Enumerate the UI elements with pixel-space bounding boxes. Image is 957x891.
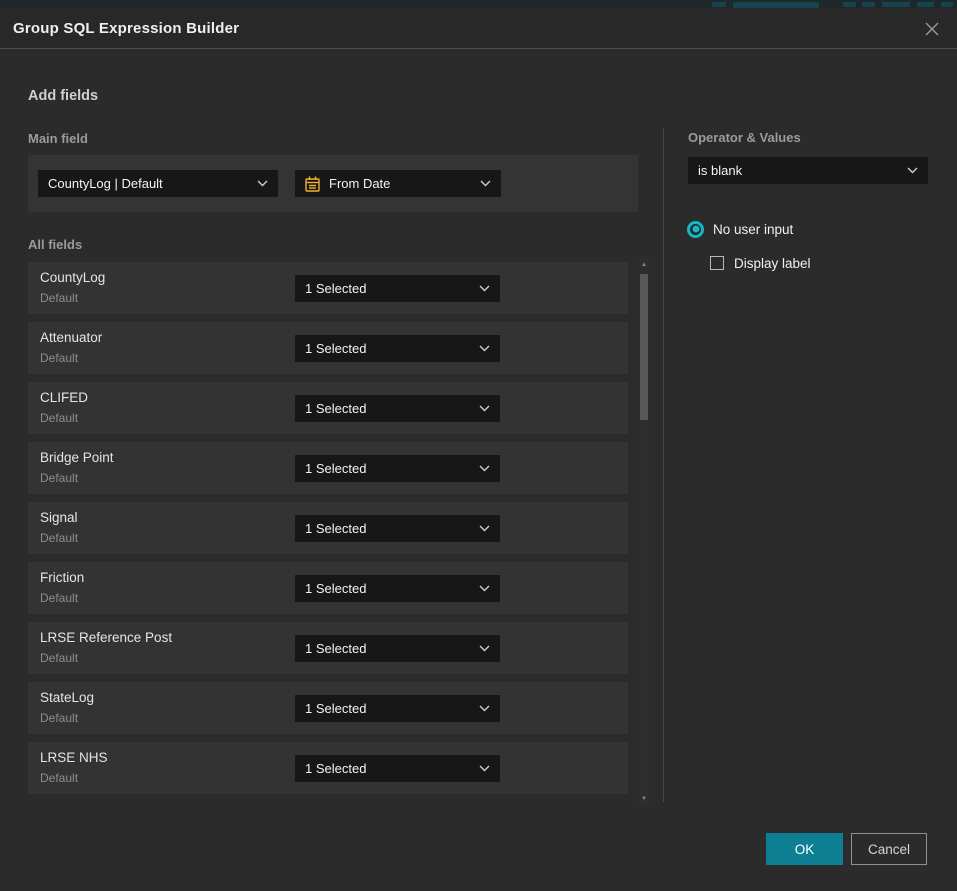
chevron-down-icon bbox=[907, 167, 918, 174]
all-fields-list: CountyLog Default 1 Selected Attenuator … bbox=[28, 262, 628, 802]
chevron-down-icon bbox=[479, 405, 490, 412]
field-subtitle: Default bbox=[40, 291, 78, 305]
operator-values-heading: Operator & Values bbox=[688, 130, 801, 145]
field-selection-dropdown[interactable]: 1 Selected bbox=[295, 335, 500, 362]
scroll-down-icon[interactable]: ▼ bbox=[639, 794, 649, 804]
field-selection-value: 1 Selected bbox=[305, 641, 471, 656]
radio-selected-icon bbox=[687, 221, 704, 238]
field-name: StateLog bbox=[40, 690, 94, 705]
dataset-dropdown[interactable]: CountyLog | Default bbox=[38, 170, 278, 197]
field-subtitle: Default bbox=[40, 771, 78, 785]
panel-divider bbox=[663, 128, 664, 802]
field-selection-value: 1 Selected bbox=[305, 521, 471, 536]
calendar-icon bbox=[305, 176, 320, 192]
field-selection-dropdown[interactable]: 1 Selected bbox=[295, 755, 500, 782]
chevron-down-icon bbox=[479, 465, 490, 472]
background-remnant bbox=[917, 2, 934, 7]
field-subtitle: Default bbox=[40, 531, 78, 545]
field-row: LRSE Reference Post Default 1 Selected bbox=[28, 622, 628, 674]
main-field-dropdown-value: From Date bbox=[329, 176, 472, 191]
field-row: CLIFED Default 1 Selected bbox=[28, 382, 628, 434]
field-name: Attenuator bbox=[40, 330, 102, 345]
field-name: Signal bbox=[40, 510, 78, 525]
occluded-background-app bbox=[0, 0, 957, 8]
field-row: StateLog Default 1 Selected bbox=[28, 682, 628, 734]
all-fields-heading: All fields bbox=[28, 237, 82, 252]
field-row: Attenuator Default 1 Selected bbox=[28, 322, 628, 374]
field-row: Signal Default 1 Selected bbox=[28, 502, 628, 554]
field-selection-dropdown[interactable]: 1 Selected bbox=[295, 395, 500, 422]
operator-dropdown[interactable]: is blank bbox=[688, 157, 928, 184]
cancel-button[interactable]: Cancel bbox=[851, 833, 927, 865]
add-fields-heading: Add fields bbox=[28, 88, 98, 104]
field-selection-dropdown[interactable]: 1 Selected bbox=[295, 635, 500, 662]
chevron-down-icon bbox=[479, 585, 490, 592]
field-row: CountyLog Default 1 Selected bbox=[28, 262, 628, 314]
field-selection-dropdown[interactable]: 1 Selected bbox=[295, 455, 500, 482]
chevron-down-icon bbox=[479, 765, 490, 772]
checkbox-unchecked-icon[interactable] bbox=[710, 256, 724, 270]
chevron-down-icon bbox=[479, 345, 490, 352]
field-subtitle: Default bbox=[40, 411, 78, 425]
chevron-down-icon bbox=[479, 705, 490, 712]
field-selection-dropdown[interactable]: 1 Selected bbox=[295, 695, 500, 722]
field-selection-value: 1 Selected bbox=[305, 401, 471, 416]
field-subtitle: Default bbox=[40, 471, 78, 485]
scrollbar-thumb[interactable] bbox=[640, 274, 648, 420]
field-subtitle: Default bbox=[40, 591, 78, 605]
main-field-dropdown[interactable]: From Date bbox=[295, 170, 501, 197]
main-field-heading: Main field bbox=[28, 131, 88, 146]
field-name: LRSE NHS bbox=[40, 750, 108, 765]
field-selection-value: 1 Selected bbox=[305, 581, 471, 596]
no-user-input-radio[interactable]: No user input bbox=[687, 219, 793, 239]
field-row: Bridge Point Default 1 Selected bbox=[28, 442, 628, 494]
operator-dropdown-value: is blank bbox=[698, 163, 899, 178]
field-name: CountyLog bbox=[40, 270, 105, 285]
field-selection-value: 1 Selected bbox=[305, 701, 471, 716]
dataset-dropdown-value: CountyLog | Default bbox=[48, 176, 249, 191]
chevron-down-icon bbox=[479, 285, 490, 292]
chevron-down-icon bbox=[479, 525, 490, 532]
field-subtitle: Default bbox=[40, 651, 78, 665]
field-selection-value: 1 Selected bbox=[305, 761, 471, 776]
background-remnant bbox=[712, 2, 726, 7]
ok-button[interactable]: OK bbox=[766, 833, 843, 865]
group-sql-expression-builder-dialog: Group SQL Expression Builder Add fields … bbox=[0, 8, 957, 891]
fields-list-scrollbar[interactable]: ▲ ▼ bbox=[639, 258, 649, 806]
field-name: Friction bbox=[40, 570, 84, 585]
field-selection-value: 1 Selected bbox=[305, 461, 471, 476]
chevron-down-icon bbox=[480, 180, 491, 187]
field-name: CLIFED bbox=[40, 390, 88, 405]
field-name: Bridge Point bbox=[40, 450, 114, 465]
scroll-up-icon[interactable]: ▲ bbox=[639, 260, 649, 270]
close-button[interactable] bbox=[917, 14, 947, 44]
dialog-titlebar: Group SQL Expression Builder bbox=[0, 8, 957, 49]
background-remnant bbox=[941, 2, 953, 7]
display-label-checkbox-row[interactable]: Display label bbox=[710, 254, 811, 272]
background-remnant bbox=[862, 2, 875, 7]
field-subtitle: Default bbox=[40, 711, 78, 725]
field-name: LRSE Reference Post bbox=[40, 630, 172, 645]
field-row: Friction Default 1 Selected bbox=[28, 562, 628, 614]
dialog-title: Group SQL Expression Builder bbox=[13, 8, 239, 49]
close-icon bbox=[924, 21, 940, 37]
field-selection-dropdown[interactable]: 1 Selected bbox=[295, 515, 500, 542]
display-label-label: Display label bbox=[734, 256, 811, 271]
field-selection-value: 1 Selected bbox=[305, 341, 471, 356]
chevron-down-icon bbox=[257, 180, 268, 187]
background-remnant bbox=[843, 2, 856, 7]
no-user-input-label: No user input bbox=[713, 222, 793, 237]
field-selection-dropdown[interactable]: 1 Selected bbox=[295, 575, 500, 602]
background-remnant bbox=[882, 2, 910, 7]
field-subtitle: Default bbox=[40, 351, 78, 365]
field-selection-value: 1 Selected bbox=[305, 281, 471, 296]
chevron-down-icon bbox=[479, 645, 490, 652]
main-field-panel: CountyLog | Default From Date bbox=[28, 155, 638, 212]
field-selection-dropdown[interactable]: 1 Selected bbox=[295, 275, 500, 302]
field-row: LRSE NHS Default 1 Selected bbox=[28, 742, 628, 794]
